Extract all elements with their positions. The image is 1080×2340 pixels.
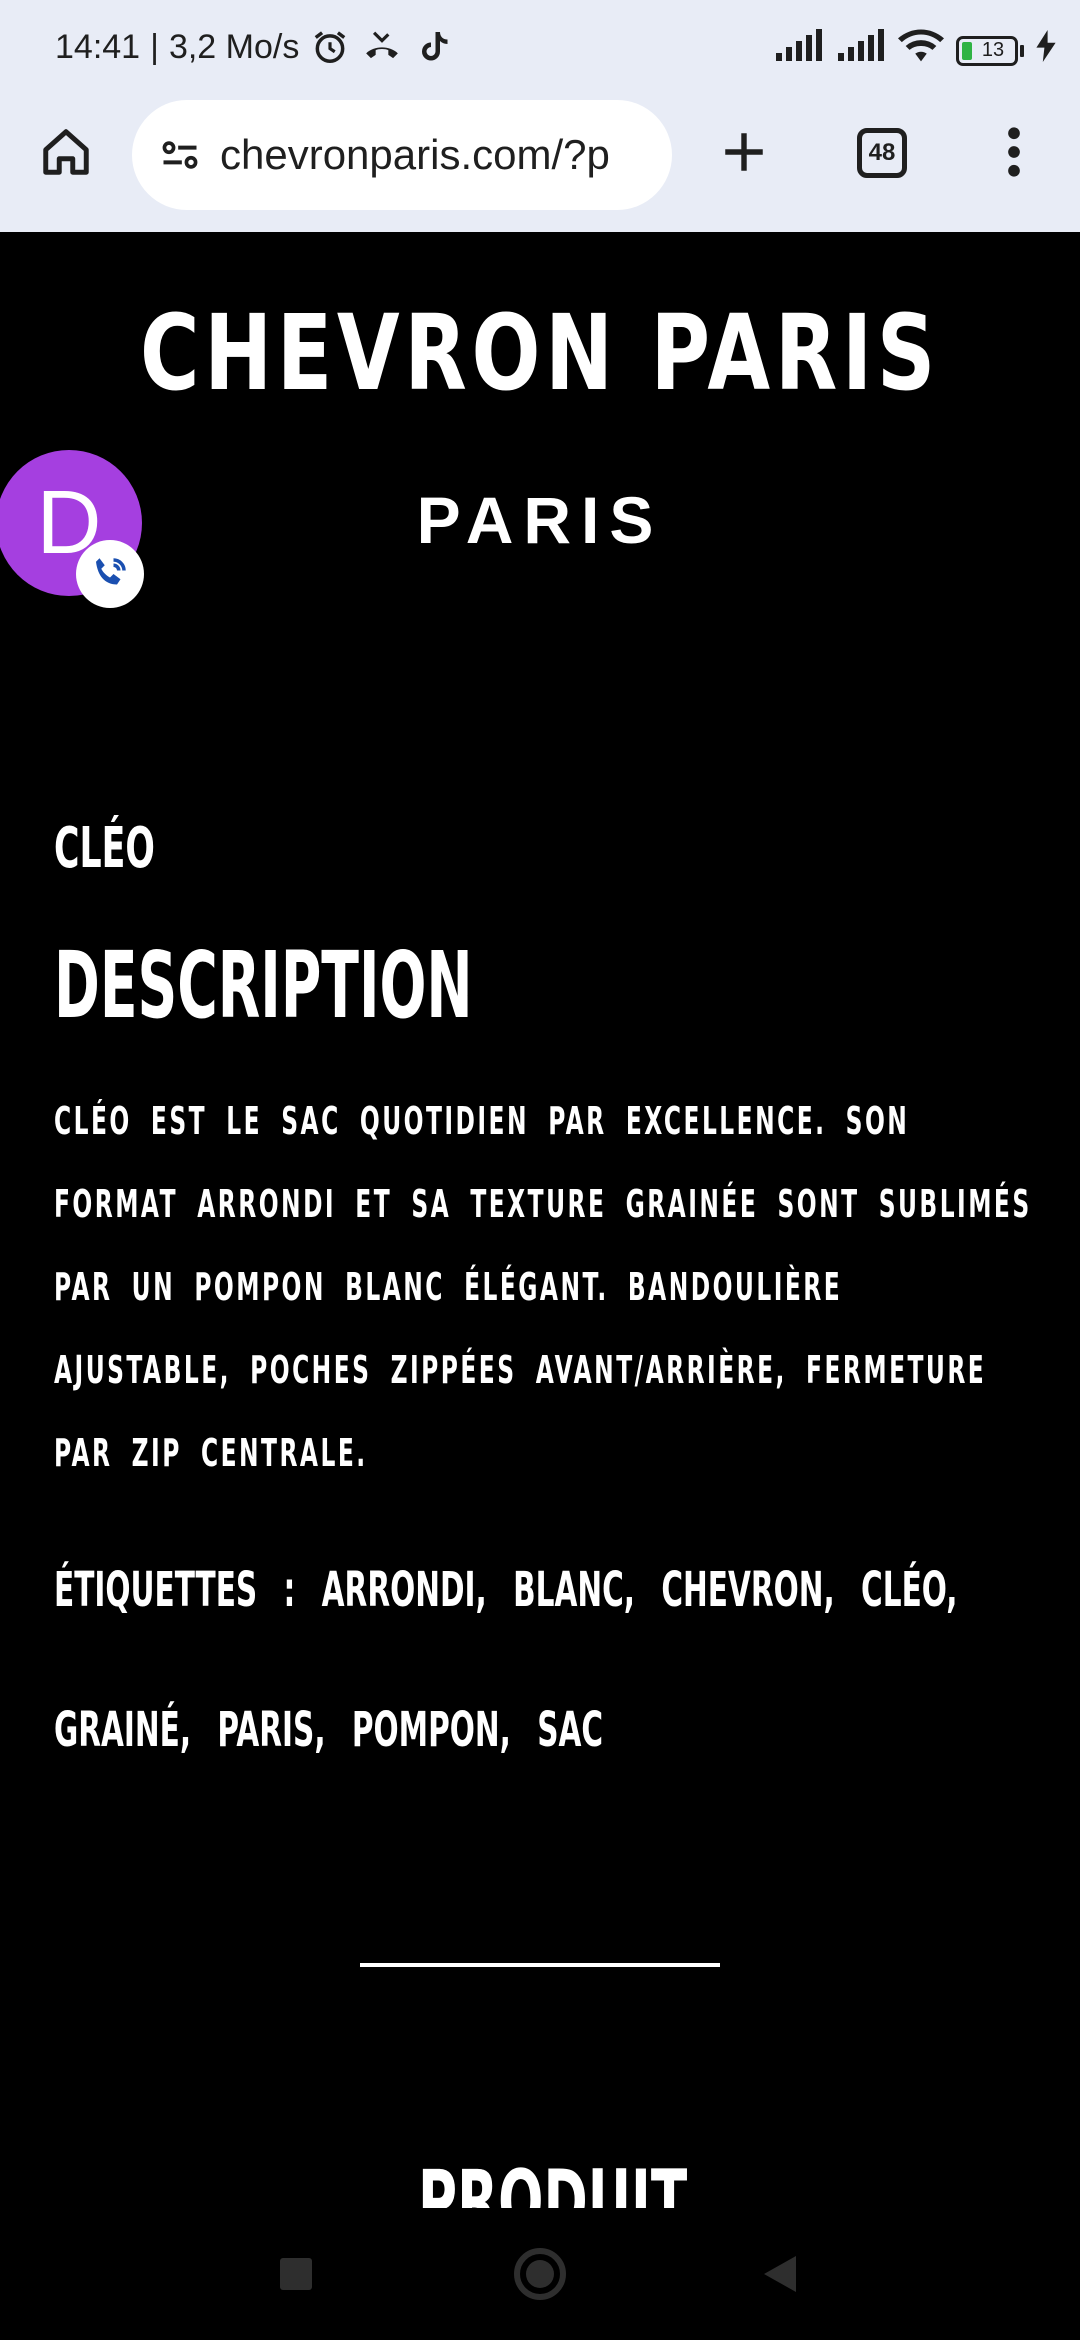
tab-count: 48: [868, 139, 896, 166]
tag-link[interactable]: SAC: [537, 1702, 603, 1758]
battery-level: 13: [981, 39, 1005, 61]
nav-home-button[interactable]: [514, 2248, 566, 2300]
address-bar[interactable]: chevronparis.com/?p: [132, 100, 672, 210]
plus-icon: [725, 133, 763, 171]
status-time: 14:41: [55, 27, 141, 66]
tag-link[interactable]: PARIS,: [217, 1702, 325, 1758]
tag-link[interactable]: GRAINÉ,: [54, 1702, 191, 1758]
description-heading: DESCRIPTION: [54, 932, 473, 1039]
browser-menu-button[interactable]: [996, 122, 1032, 182]
new-tab-button[interactable]: [714, 122, 774, 182]
wifi-icon: [898, 28, 944, 73]
site-settings-icon[interactable]: [150, 125, 210, 185]
system-nav-bar: [0, 2208, 1080, 2340]
signal-icon: [774, 29, 824, 72]
site-logo-title[interactable]: CHEVRON PARIS: [119, 292, 961, 414]
site-subtitle: PARIS: [416, 483, 664, 557]
signal-icon-2: [836, 29, 886, 72]
product-name: CLÉO: [54, 816, 155, 881]
missed-call-icon: [361, 26, 403, 68]
tag-link[interactable]: POMPON,: [352, 1702, 511, 1758]
battery-icon: 13: [956, 35, 1024, 66]
tag-link[interactable]: CHEVRON,: [661, 1562, 834, 1618]
browser-toolbar: chevronparis.com/?p 48: [0, 96, 1080, 232]
description-text: CLÉO EST LE SAC QUOTIDIEN PAR EXCELLENCE…: [54, 1099, 1032, 1475]
tiktok-icon: [413, 26, 455, 68]
tag-link[interactable]: BLANC,: [513, 1562, 635, 1618]
tags-label: ÉTIQUETTES :: [54, 1562, 296, 1618]
network-speed: 3,2 Mo/s: [168, 27, 300, 66]
alarm-icon: [309, 26, 351, 68]
home-icon: [43, 129, 89, 175]
url-text[interactable]: chevronparis.com/?p: [220, 131, 610, 179]
tag-link[interactable]: CLÉO,: [861, 1562, 957, 1618]
recents-button[interactable]: [280, 2258, 312, 2290]
web-page: CHEVRON PARIS PARIS D CLÉO DESCRIPTION C…: [0, 232, 1080, 2232]
status-separator: |: [150, 27, 159, 66]
status-bar: 14:41 | 3,2 Mo/s 13: [0, 0, 1080, 96]
tags-section: ÉTIQUETTES : ARRONDI, BLANC, CHEVRON, CL…: [54, 1520, 1033, 1800]
tab-switcher-button[interactable]: 48: [857, 128, 907, 178]
more-vert-icon: [1008, 127, 1020, 177]
back-button[interactable]: [764, 2256, 796, 2292]
home-button[interactable]: [36, 122, 96, 182]
call-badge-icon: [76, 540, 144, 608]
section-divider: [360, 1963, 720, 1967]
charging-icon: [1036, 30, 1056, 71]
tag-link[interactable]: ARRONDI,: [322, 1562, 487, 1618]
